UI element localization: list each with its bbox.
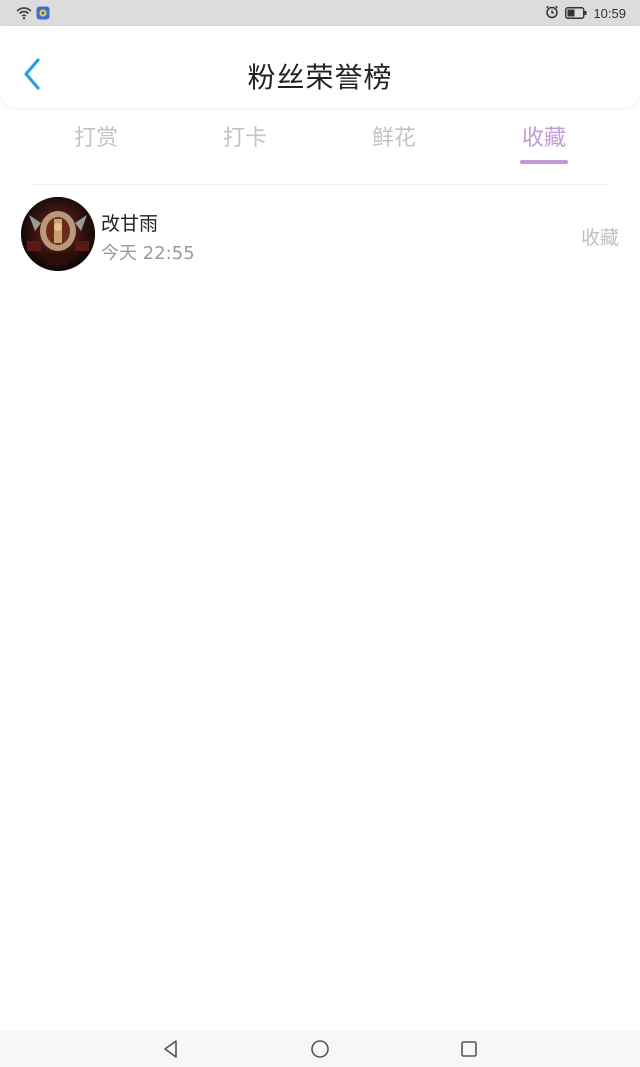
- wifi-icon: [16, 5, 32, 24]
- nav-home-button[interactable]: [309, 1038, 331, 1060]
- header: 粉丝荣誉榜: [0, 26, 640, 108]
- nav-recents-button[interactable]: [458, 1038, 480, 1060]
- status-bar: 10:59: [0, 0, 640, 26]
- system-nav-bar: [0, 1030, 640, 1067]
- recents-square-icon: [461, 1041, 477, 1057]
- avatar[interactable]: [21, 197, 95, 271]
- list-item[interactable]: 改甘雨 今天 22:55 收藏: [0, 195, 640, 273]
- active-tab-indicator: [520, 160, 568, 164]
- tab-tip[interactable]: 打赏: [46, 120, 146, 152]
- avatar-image: [21, 197, 95, 271]
- page-title: 粉丝荣誉榜: [247, 61, 393, 94]
- tab-favorites[interactable]: 收藏: [494, 120, 594, 152]
- tab-checkin[interactable]: 打卡: [195, 120, 295, 152]
- status-left-icons: [16, 5, 50, 24]
- status-right-icons: 10:59: [545, 4, 626, 23]
- back-triangle-icon: [164, 1040, 177, 1058]
- item-timestamp: 今天 22:55: [101, 243, 195, 264]
- divider: [30, 184, 610, 185]
- user-name: 改甘雨: [101, 213, 159, 235]
- item-action-label: 收藏: [580, 227, 619, 249]
- battery-icon: [565, 4, 587, 23]
- home-circle-icon: [311, 1040, 329, 1058]
- nav-back-button[interactable]: [160, 1038, 182, 1060]
- tab-flowers[interactable]: 鲜花: [344, 120, 444, 152]
- status-time: 10:59: [593, 6, 626, 21]
- alarm-icon: [545, 4, 559, 23]
- app-notification-icon: [36, 5, 50, 24]
